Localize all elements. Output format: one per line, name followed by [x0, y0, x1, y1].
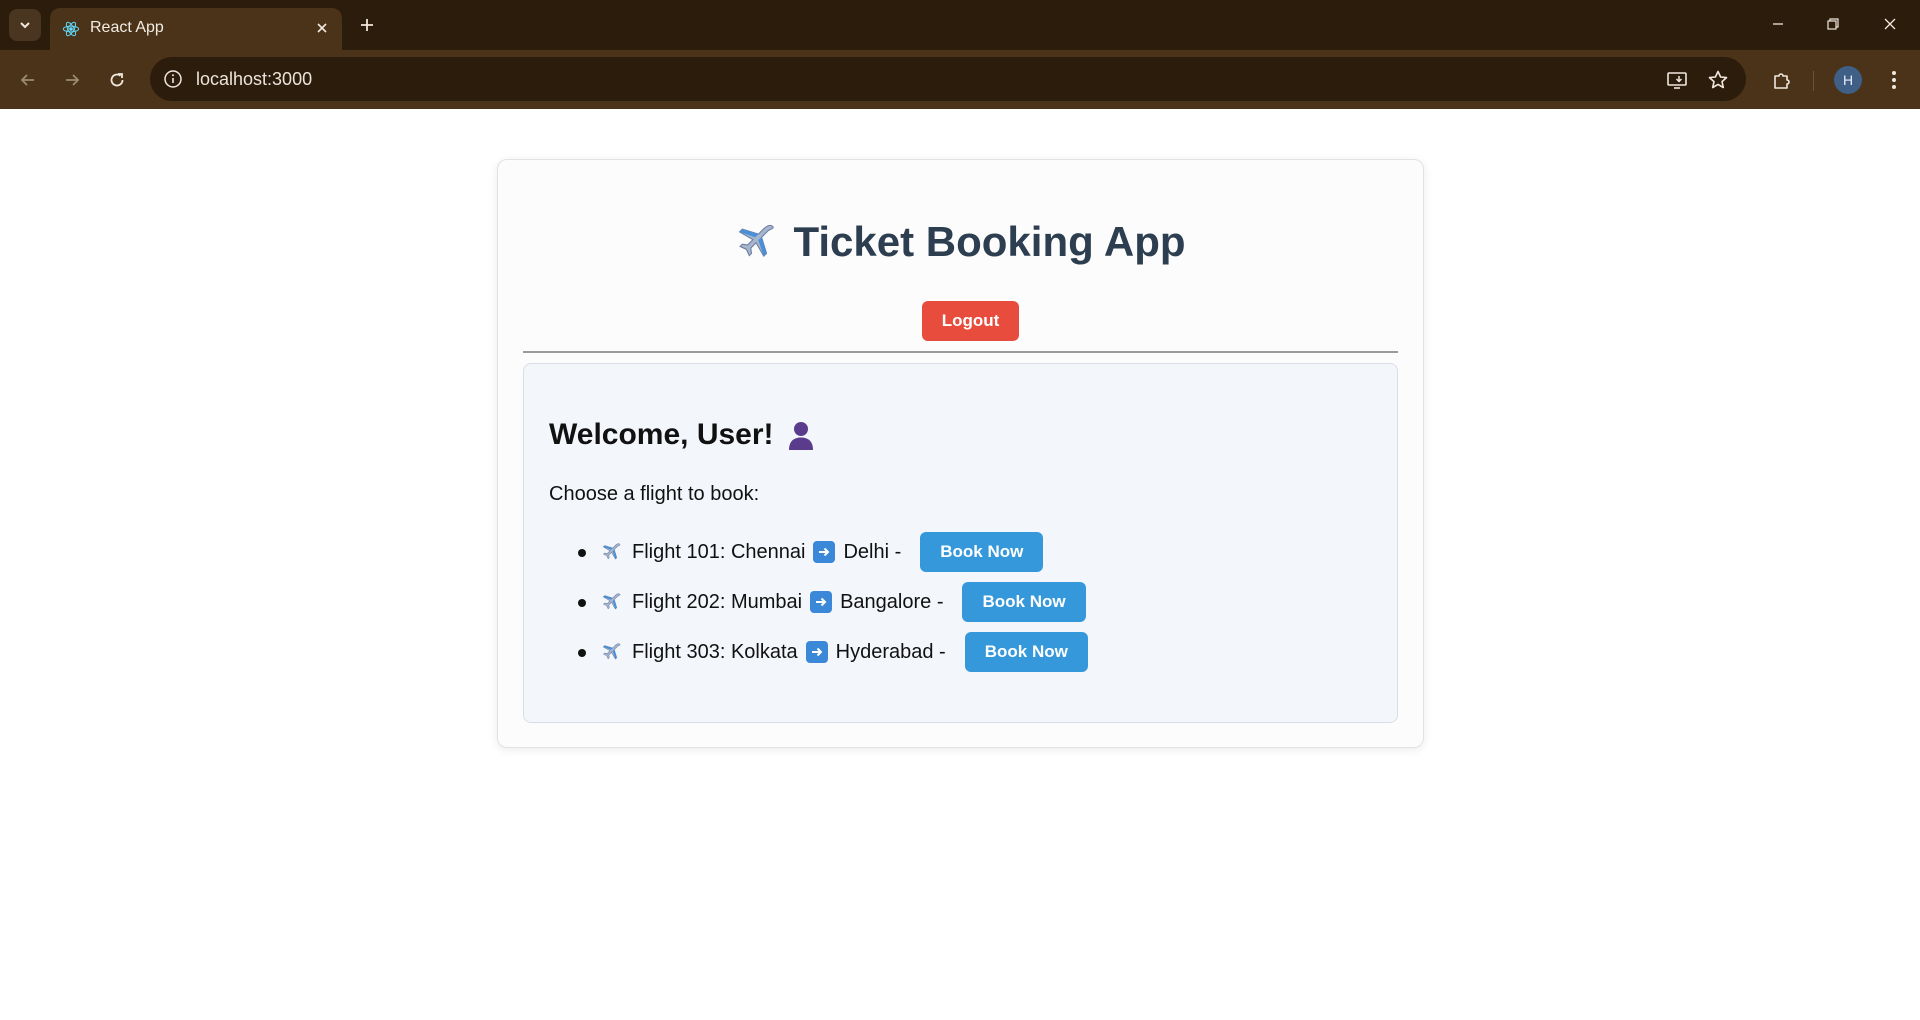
app-title: Ticket Booking App	[498, 218, 1423, 266]
puzzle-icon	[1774, 73, 1790, 89]
welcome-heading: Welcome, User!	[549, 418, 816, 452]
arrow-right-icon	[813, 541, 836, 563]
arrow-right-icon	[805, 641, 828, 663]
address-bar[interactable]: localhost:3000	[150, 57, 1746, 101]
airplane-icon	[602, 643, 621, 660]
reload-button[interactable]	[101, 64, 133, 96]
flight-destination: Hyderabad -	[835, 640, 946, 663]
react-logo-icon	[62, 21, 80, 37]
extensions-button[interactable]	[1767, 65, 1797, 95]
new-tab-button[interactable]	[354, 12, 380, 38]
tab-search-button[interactable]	[9, 9, 41, 41]
tab-title: React App	[90, 19, 164, 36]
arrow-left-icon	[20, 74, 34, 86]
dashboard-panel: Welcome, User! Choose a flight to book: …	[523, 363, 1398, 723]
restore-icon	[1827, 18, 1839, 30]
arrow-right-icon	[810, 591, 833, 613]
browser-tab-bar: React App	[0, 0, 1920, 50]
book-now-button[interactable]: Book Now	[964, 632, 1088, 672]
forward-button[interactable]	[56, 64, 88, 96]
back-button[interactable]	[12, 64, 44, 96]
book-now-button[interactable]: Book Now	[920, 532, 1044, 572]
close-window-button[interactable]	[1870, 8, 1910, 40]
flight-origin: Flight 303: Kolkata	[632, 640, 798, 663]
plus-icon	[361, 19, 373, 31]
close-icon	[317, 23, 327, 33]
flight-destination: Delhi -	[843, 540, 902, 563]
book-now-button[interactable]: Book Now	[962, 582, 1086, 622]
bookmark-button[interactable]	[1705, 67, 1731, 93]
toolbar-separator	[1813, 71, 1814, 91]
list-bullet	[578, 599, 586, 607]
flight-list-item: Flight 303: Kolkata Hyderabad - Book Now	[549, 627, 1088, 677]
flight-list-item: Flight 202: Mumbai Bangalore - Book Now	[549, 577, 1088, 627]
minimize-icon	[1773, 23, 1783, 25]
flight-list-item: Flight 101: Chennai Delhi - Book Now	[549, 527, 1088, 577]
browser-toolbar: localhost:3000 H	[0, 50, 1920, 109]
tab-close-button[interactable]	[312, 18, 332, 38]
user-icon	[788, 422, 813, 450]
logout-button[interactable]: Logout	[922, 301, 1019, 341]
app-title-text: Ticket Booking App	[793, 218, 1186, 265]
chevron-down-icon	[20, 22, 30, 29]
browser-menu-button[interactable]	[1879, 65, 1909, 95]
app-card: Ticket Booking App Logout Welcome, User!…	[497, 159, 1424, 748]
install-app-button[interactable]	[1664, 67, 1690, 93]
more-vertical-icon	[1892, 71, 1896, 89]
url-text[interactable]: localhost:3000	[196, 69, 312, 90]
choose-flight-prompt: Choose a flight to book:	[549, 483, 760, 505]
install-icon	[1667, 72, 1687, 89]
arrow-right-icon	[66, 74, 80, 86]
airplane-icon	[602, 543, 621, 560]
flight-origin: Flight 202: Mumbai	[632, 590, 803, 613]
flight-list: Flight 101: Chennai Delhi - Book Now Fli…	[549, 527, 1088, 677]
close-icon	[1884, 18, 1896, 30]
header-divider	[523, 351, 1398, 353]
list-bullet	[578, 649, 586, 657]
browser-tab[interactable]: React App	[50, 8, 342, 50]
info-icon[interactable]	[162, 68, 184, 90]
minimize-button[interactable]	[1758, 8, 1798, 40]
reload-icon	[110, 73, 124, 87]
restore-button[interactable]	[1813, 8, 1853, 40]
airplane-icon	[739, 224, 775, 258]
profile-avatar[interactable]: H	[1834, 66, 1862, 94]
welcome-text: Welcome, User!	[549, 418, 774, 451]
flight-destination: Bangalore -	[840, 590, 944, 613]
flight-origin: Flight 101: Chennai	[632, 540, 806, 563]
list-bullet	[578, 549, 586, 557]
airplane-icon	[602, 593, 621, 610]
star-icon	[1708, 70, 1728, 89]
